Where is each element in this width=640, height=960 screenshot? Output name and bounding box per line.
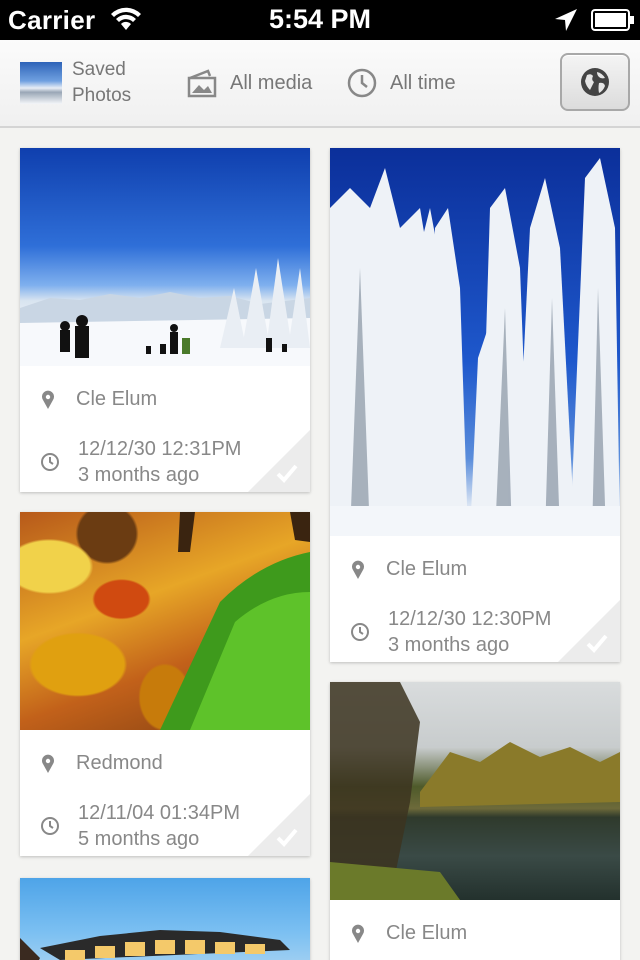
timestamp-row: 12/12/30 12:30PM 3 months ago [350, 606, 551, 658]
date-label: 12/12/30 12:30PM [388, 608, 552, 630]
photo-thumbnail[interactable] [330, 682, 620, 900]
location-label: Cle Elum [386, 922, 468, 944]
timestamp-row: 12/11/04 01:34PM 5 months ago [40, 800, 240, 852]
location-label: Cle Elum [76, 388, 158, 410]
map-view-button[interactable] [560, 53, 630, 111]
relative-time-label: 3 months ago [78, 464, 200, 486]
clock-icon [351, 623, 369, 641]
date-label: 12/11/04 01:34PM [78, 802, 240, 824]
photo-card[interactable]: Cle Elum [330, 682, 620, 960]
album-label-line2: Photos [72, 85, 132, 106]
checkmark-icon[interactable] [558, 600, 620, 662]
timestamp-row: 12/12/30 12:31PM 3 months ago [40, 436, 241, 488]
album-label-line1: Saved [72, 59, 126, 80]
globe-icon [581, 68, 609, 96]
date-label: 12/12/30 12:31PM [78, 438, 242, 460]
location-pin-icon [42, 390, 54, 409]
location-row: Cle Elum [350, 558, 467, 581]
location-label: Cle Elum [386, 558, 468, 580]
relative-time-label: 5 months ago [78, 828, 200, 850]
status-bar: Carrier 5:54 PM [0, 0, 640, 40]
location-pin-icon [352, 924, 364, 943]
battery-icon [591, 9, 634, 31]
clock-icon [41, 453, 59, 471]
photo-thumbnail[interactable] [20, 512, 310, 730]
filter-bar: Saved Photos All media All time [0, 40, 640, 128]
location-label: Redmond [76, 752, 163, 774]
photo-card[interactable]: Cle Elum 12/12/30 12:31PM 3 months ago [20, 148, 310, 492]
clock: 5:54 PM [268, 4, 372, 34]
location-arrow-icon [555, 9, 577, 31]
clock-icon [347, 68, 377, 98]
checkmark-icon[interactable] [248, 430, 310, 492]
media-filter-label: All media [230, 71, 313, 94]
photo-card[interactable]: Redmond 12/11/04 01:34PM 5 months ago [20, 512, 310, 856]
lake-scene-art [330, 682, 620, 900]
time-filter-button[interactable]: All time [346, 66, 456, 100]
location-pin-icon [42, 754, 54, 773]
location-pin-icon [352, 560, 364, 579]
leaves-scene-art [160, 512, 310, 730]
clock-icon [41, 817, 59, 835]
checkmark-icon[interactable] [248, 794, 310, 856]
time-filter-label: All time [390, 71, 456, 94]
relative-time-label: 3 months ago [388, 634, 510, 656]
photo-thumbnail[interactable] [20, 148, 310, 366]
album-thumbnail[interactable] [20, 62, 62, 104]
location-row: Redmond [40, 752, 163, 775]
location-row: Cle Elum [350, 922, 467, 945]
photos-icon [187, 69, 217, 98]
ski-scene-art [20, 258, 310, 366]
album-selector[interactable]: Saved Photos [72, 57, 162, 109]
photo-thumbnail[interactable] [330, 148, 620, 536]
forest-scene-art [330, 158, 620, 536]
location-row: Cle Elum [40, 388, 157, 411]
photo-thumbnail[interactable] [20, 878, 310, 960]
media-filter-button[interactable]: All media [186, 66, 312, 100]
building-scene-art [20, 930, 290, 960]
photo-card[interactable] [20, 878, 310, 960]
photo-card[interactable]: Cle Elum 12/12/30 12:30PM 3 months ago [330, 148, 620, 662]
